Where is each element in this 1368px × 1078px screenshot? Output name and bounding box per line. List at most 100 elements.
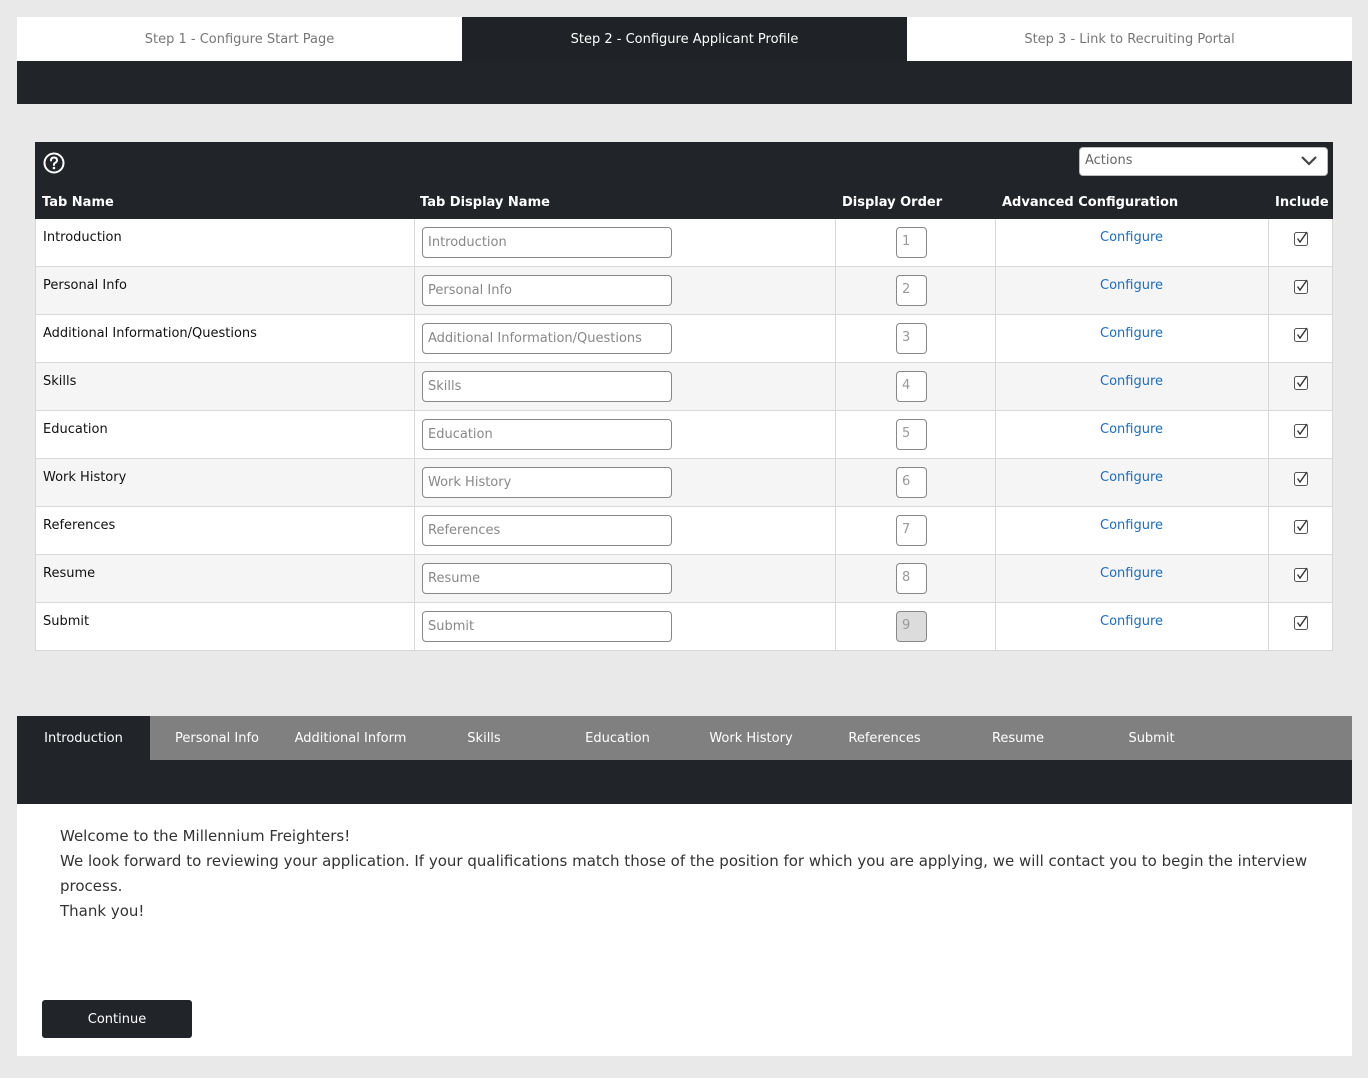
column-divider	[835, 507, 836, 554]
display-order-input[interactable]: 8	[896, 563, 927, 594]
column-divider	[1268, 507, 1269, 554]
column-divider	[835, 411, 836, 458]
column-divider	[414, 459, 415, 506]
preview-tabs: Introduction Personal Info Additional Info…	[17, 716, 1352, 760]
preview-tab[interactable]: Introduction	[17, 716, 150, 760]
steps-bar	[17, 61, 1352, 104]
include-checkbox[interactable]	[1294, 519, 1309, 534]
display-order-input[interactable]: 1	[896, 227, 927, 258]
table-row: References References 7 Configure	[36, 507, 1332, 555]
configure-link[interactable]: Configure	[1100, 422, 1163, 437]
column-divider	[835, 219, 836, 266]
configure-link[interactable]: Configure	[1100, 326, 1163, 341]
include-checkbox[interactable]	[1294, 279, 1309, 294]
column-divider	[995, 507, 996, 554]
tab-display-name-input[interactable]: Submit	[422, 611, 672, 642]
preview-tab[interactable]: Submit	[1085, 716, 1218, 760]
col-tab-display-name: Tab Display Name	[420, 195, 550, 210]
tab-name: Personal Info	[43, 278, 127, 293]
table-row: Skills Skills 4 Configure	[36, 363, 1332, 411]
tab-display-name-input[interactable]: References	[422, 515, 672, 546]
tab-display-name-input[interactable]: Additional Information/Questions	[422, 323, 672, 354]
display-order-input: 9	[896, 611, 927, 642]
column-divider	[414, 603, 415, 650]
display-order-input[interactable]: 6	[896, 467, 927, 498]
configure-link[interactable]: Configure	[1100, 230, 1163, 245]
display-order-input[interactable]: 3	[896, 323, 927, 354]
table-row: Resume Resume 8 Configure	[36, 555, 1332, 603]
include-checkbox[interactable]	[1294, 567, 1309, 582]
tab-display-name-input[interactable]: Personal Info	[422, 275, 672, 306]
configure-link[interactable]: Configure	[1100, 278, 1163, 293]
include-checkbox[interactable]	[1294, 375, 1309, 390]
tab-display-name-input[interactable]: Introduction	[422, 227, 672, 258]
tab-display-name-input[interactable]: Work History	[422, 467, 672, 498]
column-divider	[1268, 315, 1269, 362]
tab-name: Education	[43, 422, 108, 437]
preview-tab[interactable]: Additional Inform	[284, 716, 417, 760]
question-circle-icon[interactable]	[43, 152, 65, 174]
column-divider	[835, 267, 836, 314]
configure-link[interactable]: Configure	[1100, 374, 1163, 389]
include-checkbox[interactable]	[1294, 471, 1309, 486]
configure-link[interactable]: Configure	[1100, 518, 1163, 533]
col-advanced-configuration: Advanced Configuration	[1002, 195, 1179, 210]
actions-label: Actions	[1085, 153, 1133, 168]
column-divider	[1268, 219, 1269, 266]
column-divider	[414, 411, 415, 458]
tab-name: Resume	[43, 566, 96, 581]
display-order-input[interactable]: 2	[896, 275, 927, 306]
tab-display-name-input[interactable]: Resume	[422, 563, 672, 594]
configure-link[interactable]: Configure	[1100, 470, 1163, 485]
column-divider	[414, 507, 415, 554]
preview-tab[interactable]: Work History	[684, 716, 818, 760]
display-order-input[interactable]: 4	[896, 371, 927, 402]
col-tab-name: Tab Name	[42, 195, 114, 210]
column-divider	[835, 315, 836, 362]
include-checkbox[interactable]	[1294, 615, 1309, 630]
preview-tab[interactable]: References	[818, 716, 951, 760]
intro-line: We look forward to reviewing your applic…	[60, 852, 1308, 895]
preview-tab[interactable]: Resume	[951, 716, 1085, 760]
intro-text: Welcome to the Millennium Freighters! We…	[60, 824, 1310, 924]
tab-display-name-input[interactable]: Skills	[422, 371, 672, 402]
col-display-order: Display Order	[842, 195, 943, 210]
column-divider	[835, 363, 836, 410]
preview-tab[interactable]: Education	[551, 716, 684, 760]
include-checkbox[interactable]	[1294, 231, 1309, 246]
column-divider	[1268, 267, 1269, 314]
wizard-steps: Step 1 - Configure Start Page Step 2 - C…	[17, 17, 1352, 61]
step-1-tab[interactable]: Step 1 - Configure Start Page	[17, 17, 462, 61]
column-divider	[835, 459, 836, 506]
column-divider	[995, 363, 996, 410]
step-2-tab[interactable]: Step 2 - Configure Applicant Profile	[462, 17, 907, 61]
include-checkbox[interactable]	[1294, 423, 1309, 438]
intro-line: Welcome to the Millennium Freighters!	[60, 827, 351, 845]
preview-tab[interactable]: Skills	[417, 716, 551, 760]
column-divider	[1268, 603, 1269, 650]
column-divider	[414, 555, 415, 602]
preview-content: Welcome to the Millennium Freighters! We…	[17, 804, 1352, 1056]
column-divider	[995, 459, 996, 506]
table-row: Education Education 5 Configure	[36, 411, 1332, 459]
step-3-tab[interactable]: Step 3 - Link to Recruiting Portal	[907, 17, 1352, 61]
table-body: Introduction Introduction 1 Configure Person…	[35, 219, 1333, 651]
tab-display-name-input[interactable]: Education	[422, 419, 672, 450]
configure-link[interactable]: Configure	[1100, 614, 1163, 629]
tab-name: Additional Information/Questions	[43, 326, 257, 341]
preview-tab[interactable]: Personal Info	[150, 716, 284, 760]
column-divider	[1268, 363, 1269, 410]
chevron-down-icon	[1301, 156, 1317, 166]
include-checkbox[interactable]	[1294, 327, 1309, 342]
column-divider	[1268, 555, 1269, 602]
configure-link[interactable]: Configure	[1100, 566, 1163, 581]
tab-name: Work History	[43, 470, 127, 485]
continue-button[interactable]: Continue	[42, 1000, 192, 1038]
table-row: Additional Information/Questions Addition…	[36, 315, 1332, 363]
actions-dropdown[interactable]: Actions	[1079, 147, 1328, 176]
display-order-input[interactable]: 7	[896, 515, 927, 546]
column-divider	[995, 411, 996, 458]
column-divider	[1268, 411, 1269, 458]
display-order-input[interactable]: 5	[896, 419, 927, 450]
preview-bar	[17, 760, 1352, 804]
